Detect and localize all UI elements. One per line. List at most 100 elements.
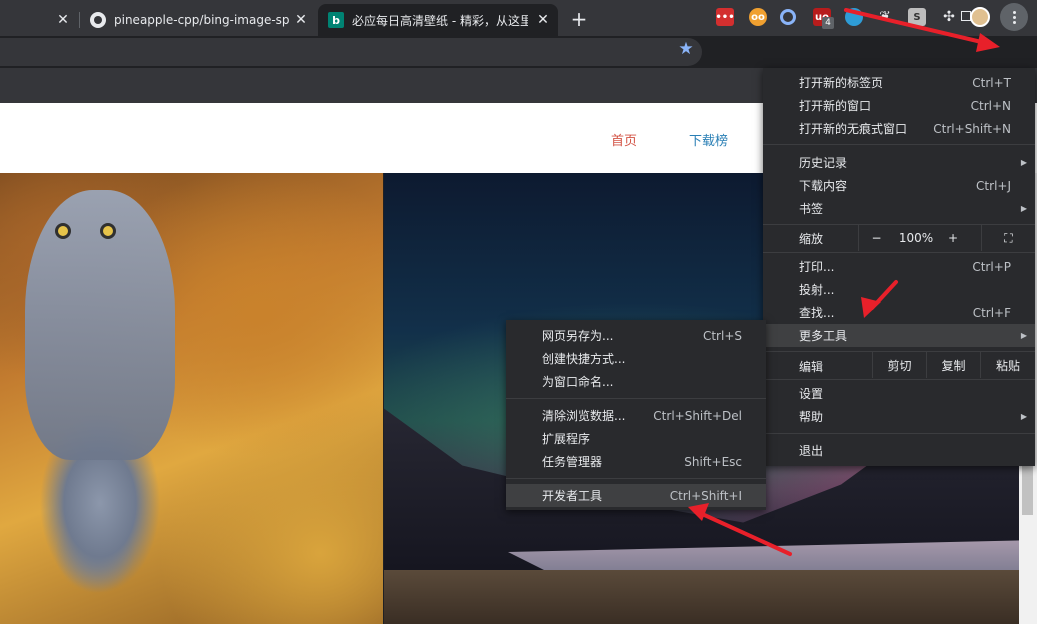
menu-item-find[interactable]: 查找... Ctrl+F — [763, 301, 1035, 324]
menu-item-shortcut: Ctrl+N — [970, 98, 1011, 113]
tab-0-close-icon[interactable]: ✕ — [54, 11, 72, 29]
submenu-arrow-icon: ▶ — [1020, 204, 1027, 213]
menu-item-help[interactable]: 帮助 ▶ — [763, 405, 1035, 428]
submenu-separator — [506, 398, 766, 399]
menu-item-label: 下载内容 — [799, 179, 848, 193]
menu-item-label: 打开新的标签页 — [799, 76, 884, 90]
submenu-item-label: 任务管理器 — [542, 455, 603, 469]
chrome-menu-button[interactable] — [1000, 3, 1028, 31]
edit-label: 编辑 — [799, 360, 824, 374]
bing-icon: b — [328, 12, 344, 28]
menu-separator — [763, 144, 1035, 145]
tab-close-icon[interactable]: ✕ — [534, 11, 552, 29]
menu-item-settings[interactable]: 设置 — [763, 382, 1035, 405]
submenu-item-shortcut: Ctrl+Shift+I — [669, 488, 742, 503]
menu-item-label: 查找... — [799, 306, 835, 320]
github-icon — [90, 12, 106, 28]
menu-item-print[interactable]: 打印... Ctrl+P — [763, 255, 1035, 278]
submenu-item-label: 为窗口命名... — [542, 375, 614, 389]
extension-1-icon[interactable]: ••• — [715, 8, 735, 26]
menu-item-history[interactable]: 历史记录 ▶ — [763, 151, 1035, 174]
submenu-item-create-shortcut[interactable]: 创建快捷方式... — [506, 347, 766, 370]
submenu-item-clear-browsing-data[interactable]: 清除浏览数据... Ctrl+Shift+Del — [506, 404, 766, 427]
menu-item-exit[interactable]: 退出 — [763, 439, 1035, 462]
menu-item-downloads[interactable]: 下载内容 Ctrl+J — [763, 174, 1035, 197]
tab-github[interactable]: pineapple-cpp/bing-image-sp ✕ — [80, 4, 316, 36]
menu-item-cast[interactable]: 投射... — [763, 278, 1035, 301]
menu-item-label: 书签 — [799, 202, 824, 216]
submenu-separator — [506, 478, 766, 479]
tab-title: pineapple-cpp/bing-image-sp — [114, 13, 290, 27]
submenu-item-save-page[interactable]: 网页另存为... Ctrl+S — [506, 324, 766, 347]
menu-item-label: 打开新的无痕式窗口 — [799, 122, 908, 136]
submenu-item-developer-tools[interactable]: 开发者工具 Ctrl+Shift+I — [506, 484, 766, 507]
menu-item-new-window[interactable]: 打开新的窗口 Ctrl+N — [763, 94, 1035, 117]
menu-item-shortcut: Ctrl+J — [976, 178, 1011, 193]
menu-item-bookmarks[interactable]: 书签 ▶ — [763, 197, 1035, 220]
menu-separator — [763, 252, 1035, 253]
menu-item-label: 退出 — [799, 444, 824, 458]
shoreline — [384, 570, 1037, 624]
submenu-item-shortcut: Ctrl+S — [702, 328, 742, 343]
fullscreen-button[interactable]: ⛶ — [981, 225, 1035, 251]
submenu-item-shortcut: Ctrl+Shift+Del — [653, 408, 742, 423]
menu-item-shortcut: Ctrl+F — [972, 305, 1011, 320]
submenu-item-label: 扩展程序 — [542, 432, 591, 446]
toolbar: ★ — [0, 36, 1037, 68]
zoom-out-button[interactable]: − — [858, 225, 894, 251]
menu-item-label: 帮助 — [799, 410, 824, 424]
menu-separator — [763, 433, 1035, 434]
submenu-arrow-icon: ▶ — [1020, 331, 1027, 340]
profile-avatar[interactable] — [970, 7, 990, 27]
menu-item-shortcut: Ctrl+P — [972, 259, 1011, 274]
paste-button[interactable]: 粘贴 — [980, 352, 1035, 378]
tab-0[interactable]: ✕ — [0, 4, 78, 36]
nav-downloads-link[interactable]: 下载榜 — [689, 130, 728, 149]
address-bar[interactable] — [0, 38, 702, 66]
tab-bing-wallpaper[interactable]: b 必应每日高清壁纸 - 精彩，从这里 ✕ — [318, 4, 558, 36]
submenu-arrow-icon: ▶ — [1020, 412, 1027, 421]
kebab-dot-icon — [1012, 20, 1016, 24]
zoom-label: 缩放 — [799, 231, 824, 246]
submenu-item-label: 创建快捷方式... — [542, 352, 626, 366]
extensions-puzzle-icon[interactable]: ✣ — [940, 8, 958, 26]
tab-close-icon[interactable]: ✕ — [292, 11, 310, 29]
menu-item-label: 历史记录 — [799, 156, 848, 170]
submenu-item-shortcut: Shift+Esc — [684, 454, 742, 469]
submenu-item-label: 网页另存为... — [542, 329, 614, 343]
new-tab-button[interactable]: + — [566, 6, 592, 32]
menu-item-shortcut: Ctrl+Shift+N — [933, 121, 1011, 136]
menu-item-shortcut: Ctrl+T — [972, 75, 1011, 90]
tab-title: 必应每日高清壁纸 - 精彩，从这里 — [352, 13, 528, 28]
extension-6-icon[interactable]: ❦ — [876, 8, 894, 26]
owl-eye — [55, 223, 71, 239]
menu-zoom-row: 缩放 − 100% + ⛶ — [763, 225, 1035, 251]
submenu-item-task-manager[interactable]: 任务管理器 Shift+Esc — [506, 450, 766, 473]
submenu-item-name-window[interactable]: 为窗口命名... — [506, 370, 766, 393]
extension-3-icon[interactable] — [780, 9, 796, 25]
kebab-dot-icon — [1012, 15, 1016, 19]
extension-4-badge: 4 — [822, 17, 834, 29]
owl-eye — [100, 223, 116, 239]
bookmark-star-icon[interactable]: ★ — [676, 39, 696, 59]
menu-edit-row: 编辑 剪切 复制 粘贴 — [763, 352, 1035, 378]
menu-item-more-tools[interactable]: 更多工具 ▶ — [763, 324, 1035, 347]
extension-7-icon[interactable]: S — [908, 8, 926, 26]
extension-2-icon[interactable]: oo — [749, 8, 767, 26]
copy-button[interactable]: 复制 — [926, 352, 980, 378]
zoom-in-button[interactable]: + — [938, 225, 968, 251]
menu-separator — [763, 379, 1035, 380]
submenu-item-extensions[interactable]: 扩展程序 — [506, 427, 766, 450]
submenu-arrow-icon: ▶ — [1020, 158, 1027, 167]
menu-item-label: 设置 — [799, 387, 824, 401]
extension-5-icon[interactable] — [845, 8, 863, 26]
kebab-dot-icon — [1012, 10, 1016, 14]
nav-home-link[interactable]: 首页 — [611, 130, 637, 149]
menu-item-new-tab[interactable]: 打开新的标签页 Ctrl+T — [763, 71, 1035, 94]
more-tools-submenu: 网页另存为... Ctrl+S 创建快捷方式... 为窗口命名... 清除浏览数… — [506, 320, 766, 510]
cut-button[interactable]: 剪切 — [872, 352, 926, 378]
menu-item-new-incognito-window[interactable]: 打开新的无痕式窗口 Ctrl+Shift+N — [763, 117, 1035, 140]
submenu-item-label: 开发者工具 — [542, 489, 603, 503]
scrollbar-thumb[interactable] — [1022, 465, 1033, 515]
menu-item-label: 更多工具 — [799, 329, 848, 343]
